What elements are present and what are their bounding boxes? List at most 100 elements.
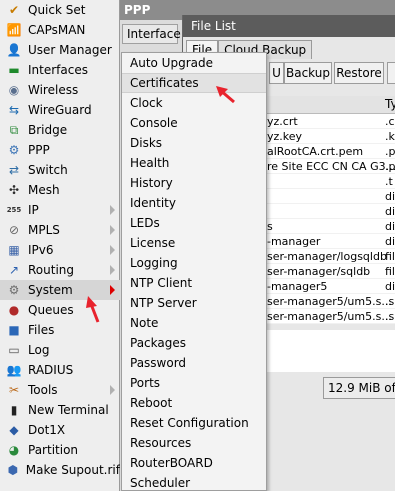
menu-item-radius[interactable]: 👥 RADIUS (0, 360, 120, 380)
submenu-item-ntp-server[interactable]: NTP Server (122, 293, 266, 313)
menu-item-user-manager[interactable]: 👤 User Manager (0, 40, 120, 60)
menu-item-partition[interactable]: ◕ Partition (0, 440, 120, 460)
menu-item-routing[interactable]: ↗ Routing (0, 260, 120, 280)
submenu-item-health[interactable]: Health (122, 153, 266, 173)
menu-item-label: New Terminal (28, 403, 109, 417)
ppp-interface-tab[interactable]: Interface (122, 24, 181, 44)
menu-item-label: Queues (28, 303, 74, 317)
submenu-item-history[interactable]: History (122, 173, 266, 193)
menu-item-label: Quick Set (28, 3, 86, 17)
menu-item-queues[interactable]: ● Queues (0, 300, 120, 320)
interfaces-icon: ▬ (8, 63, 20, 77)
menu-item-log[interactable]: ▭ Log (0, 340, 120, 360)
menu-item-label: Routing (28, 263, 75, 277)
ip-icon: 255 (6, 206, 22, 214)
switch-icon: ⇄ (8, 163, 20, 177)
menu-item-tools[interactable]: ✂ Tools (0, 380, 120, 400)
menu-item-files[interactable]: ■ Files (0, 320, 120, 340)
menu-item-label: System (28, 283, 73, 297)
submenu-item-scheduler[interactable]: Scheduler (122, 473, 266, 491)
file-name-cell: -manager5 (267, 280, 328, 293)
menu-item-interfaces[interactable]: ▬ Interfaces (0, 60, 120, 80)
submenu-item-packages[interactable]: Packages (122, 333, 266, 353)
file-name-cell: alRootCA.crt.pem (267, 145, 364, 158)
submenu-item-leds[interactable]: LEDs (122, 213, 266, 233)
menu-item-mesh[interactable]: ✣ Mesh (0, 180, 120, 200)
system-icon: ⚙ (8, 283, 20, 297)
menu-item-label: Make Supout.rif (25, 463, 120, 477)
submenu-item-clock[interactable]: Clock (122, 93, 266, 113)
toolbar-partial-button[interactable]: U (269, 62, 284, 84)
tools-icon: ✂ (8, 383, 20, 397)
menu-item-capsman[interactable]: 📶 CAPsMAN (0, 20, 120, 40)
quick-set-icon: ✔ (8, 3, 20, 17)
file-type-cell: .s (385, 295, 395, 308)
submenu-item-reboot[interactable]: Reboot (122, 393, 266, 413)
menu-item-label: Bridge (28, 123, 68, 137)
menu-item-label: Wireless (28, 83, 79, 97)
menu-item-mpls[interactable]: ⊘ MPLS (0, 220, 120, 240)
disk-usage-status: 12.9 MiB of 16 (323, 377, 395, 399)
file-name-cell: ser-manager5/um5.s... (267, 295, 392, 308)
submenu-item-certificates[interactable]: Certificates (122, 73, 266, 93)
submenu-item-license[interactable]: License (122, 233, 266, 253)
submenu-item-reset-configuration[interactable]: Reset Configuration (122, 413, 266, 433)
submenu-item-identity[interactable]: Identity (122, 193, 266, 213)
mesh-icon: ✣ (8, 183, 20, 197)
type-column-header[interactable]: Ty (385, 97, 395, 111)
ppp-icon: ⚙ (8, 143, 20, 157)
submenu-item-resources[interactable]: Resources (122, 433, 266, 453)
submenu-item-auto-upgrade[interactable]: Auto Upgrade (122, 53, 266, 73)
file-type-cell: .s (385, 310, 395, 323)
toolbar-overflow-button[interactable] (387, 62, 395, 84)
file-name-cell: ser-manager/sqldb (267, 265, 371, 278)
menu-item-system[interactable]: ⚙ System (0, 280, 120, 300)
menu-item-make-supout-rif[interactable]: ⬢ Make Supout.rif (0, 460, 120, 480)
submenu-item-ports[interactable]: Ports (122, 373, 266, 393)
submenu-item-disks[interactable]: Disks (122, 133, 266, 153)
submenu-item-note[interactable]: Note (122, 313, 266, 333)
main-navigation-menu: ✔ Quick Set 📶 CAPsMAN 👤 User Manager ▬ Interfac… (0, 0, 120, 491)
file-type-cell: di (385, 280, 395, 293)
partition-icon: ◕ (8, 443, 20, 457)
file-type-cell: di (385, 235, 395, 248)
submenu-arrow-icon (110, 225, 115, 235)
backup-button[interactable]: Backup (284, 62, 332, 84)
queues-icon: ● (8, 303, 20, 317)
mpls-icon: ⊘ (8, 223, 20, 237)
submenu-item-password[interactable]: Password (122, 353, 266, 373)
submenu-item-routerboard[interactable]: RouterBOARD (122, 453, 266, 473)
menu-item-label: PPP (28, 143, 50, 157)
menu-item-ppp[interactable]: ⚙ PPP (0, 140, 120, 160)
menu-item-label: Files (28, 323, 55, 337)
wireless-icon: ◉ (8, 83, 20, 97)
file-name-cell: yz.key (267, 130, 303, 143)
system-submenu: Auto Upgrade Certificates Clock Console Disk… (121, 52, 267, 491)
menu-item-label: WireGuard (28, 103, 92, 117)
menu-item-wireguard[interactable]: ⇆ WireGuard (0, 100, 120, 120)
menu-item-wireless[interactable]: ◉ Wireless (0, 80, 120, 100)
menu-item-new-terminal[interactable]: ▮ New Terminal (0, 400, 120, 420)
menu-item-label: MPLS (28, 223, 60, 237)
wireguard-icon: ⇆ (8, 103, 20, 117)
menu-item-ipv6[interactable]: ▦ IPv6 (0, 240, 120, 260)
menu-item-ip[interactable]: 255 IP (0, 200, 120, 220)
file-type-cell: fil (385, 250, 395, 263)
bridge-icon: ⧉ (9, 122, 19, 137)
menu-item-label: CAPsMAN (28, 23, 86, 37)
submenu-item-ntp-client[interactable]: NTP Client (122, 273, 266, 293)
file-type-cell: .c (385, 115, 395, 128)
file-list-title: File List (183, 15, 395, 37)
menu-item-label: Log (28, 343, 50, 357)
menu-item-switch[interactable]: ⇄ Switch (0, 160, 120, 180)
submenu-item-logging[interactable]: Logging (122, 253, 266, 273)
menu-item-label: IP (28, 203, 39, 217)
submenu-arrow-icon (110, 205, 115, 215)
submenu-item-console[interactable]: Console (122, 113, 266, 133)
submenu-arrow-icon (110, 385, 115, 395)
menu-item-dot1x[interactable]: ◆ Dot1X (0, 420, 120, 440)
menu-item-bridge[interactable]: ⧉ Bridge (0, 120, 120, 140)
menu-item-quick-set[interactable]: ✔ Quick Set (0, 0, 120, 20)
restore-button[interactable]: Restore (334, 62, 384, 84)
file-type-cell: .p (385, 145, 395, 158)
